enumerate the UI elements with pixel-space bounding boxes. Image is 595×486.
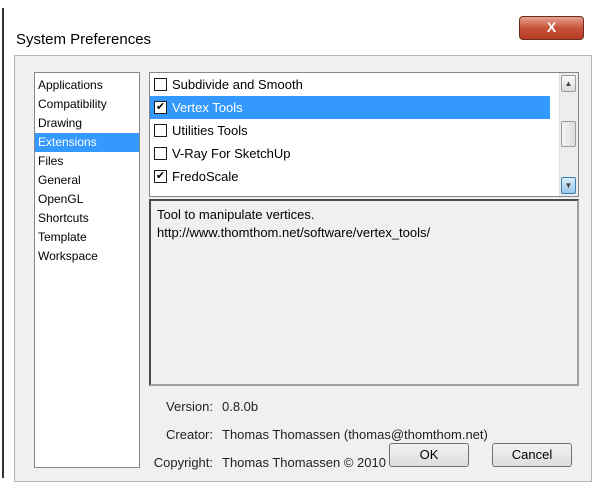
dialog-window: System Preferences X Applications Compat… xyxy=(0,0,595,486)
extension-description: Tool to manipulate vertices. http://www.… xyxy=(149,199,579,386)
category-item-workspace[interactable]: Workspace xyxy=(35,247,139,266)
extension-checkbox[interactable] xyxy=(154,147,167,160)
checkmark-icon: ✔ xyxy=(155,101,166,113)
extension-label: FredoScale xyxy=(172,169,239,184)
ok-button[interactable]: OK xyxy=(389,443,469,467)
category-item-opengl[interactable]: OpenGL xyxy=(35,190,139,209)
extension-checkbox[interactable] xyxy=(154,78,167,91)
close-icon: X xyxy=(546,19,557,35)
extension-list[interactable]: Subdivide and Smooth ✔ Vertex Tools Util… xyxy=(149,72,579,197)
scroll-down-icon[interactable]: ▼ xyxy=(561,177,576,194)
scrollbar-thumb[interactable] xyxy=(561,121,576,147)
extension-checkbox[interactable] xyxy=(154,124,167,137)
extension-label: Subdivide and Smooth xyxy=(172,77,303,92)
category-item-shortcuts[interactable]: Shortcuts xyxy=(35,209,139,228)
extension-row-subdivide-and-smooth[interactable]: Subdivide and Smooth xyxy=(150,73,550,96)
category-item-applications[interactable]: Applications xyxy=(35,76,139,95)
extension-row-vray-for-sketchup[interactable]: V-Ray For SketchUp xyxy=(150,142,550,165)
close-button[interactable]: X xyxy=(519,16,584,40)
extension-row-vertex-tools[interactable]: ✔ Vertex Tools xyxy=(150,96,550,119)
title-bar[interactable]: System Preferences X xyxy=(4,8,595,54)
scroll-up-icon[interactable]: ▲ xyxy=(561,75,576,92)
cancel-button[interactable]: Cancel xyxy=(492,443,572,467)
version-label: Version: xyxy=(166,399,213,414)
creator-label: Creator: xyxy=(166,427,213,442)
extension-label: V-Ray For SketchUp xyxy=(172,146,291,161)
extension-checkbox[interactable]: ✔ xyxy=(154,101,167,114)
category-item-files[interactable]: Files xyxy=(35,152,139,171)
description-text: Tool to manipulate vertices. xyxy=(157,207,315,222)
category-item-extensions[interactable]: Extensions xyxy=(35,133,139,152)
dialog-client-area: Applications Compatibility Drawing Exten… xyxy=(14,55,592,482)
copyright-label: Copyright: xyxy=(153,455,213,470)
version-value: 0.8.0b xyxy=(222,399,259,414)
category-item-template[interactable]: Template xyxy=(35,228,139,247)
extension-label: Vertex Tools xyxy=(172,100,243,115)
extension-list-scrollbar[interactable]: ▲ ▼ xyxy=(559,73,578,196)
category-item-general[interactable]: General xyxy=(35,171,139,190)
category-item-compatibility[interactable]: Compatibility xyxy=(35,95,139,114)
description-url: http://www.thomthom.net/software/vertex_… xyxy=(157,225,431,240)
creator-value: Thomas Thomassen (thomas@thomthom.net) xyxy=(222,427,488,442)
extension-label: Utilities Tools xyxy=(172,123,248,138)
extension-row-fredoscale[interactable]: ✔ FredoScale xyxy=(150,165,550,188)
extension-row-utilities-tools[interactable]: Utilities Tools xyxy=(150,119,550,142)
copyright-value: Thomas Thomassen © 2010 xyxy=(222,455,386,470)
extension-checkbox[interactable]: ✔ xyxy=(154,170,167,183)
window-title: System Preferences xyxy=(16,31,152,48)
category-item-drawing[interactable]: Drawing xyxy=(35,114,139,133)
checkmark-icon: ✔ xyxy=(155,170,166,182)
